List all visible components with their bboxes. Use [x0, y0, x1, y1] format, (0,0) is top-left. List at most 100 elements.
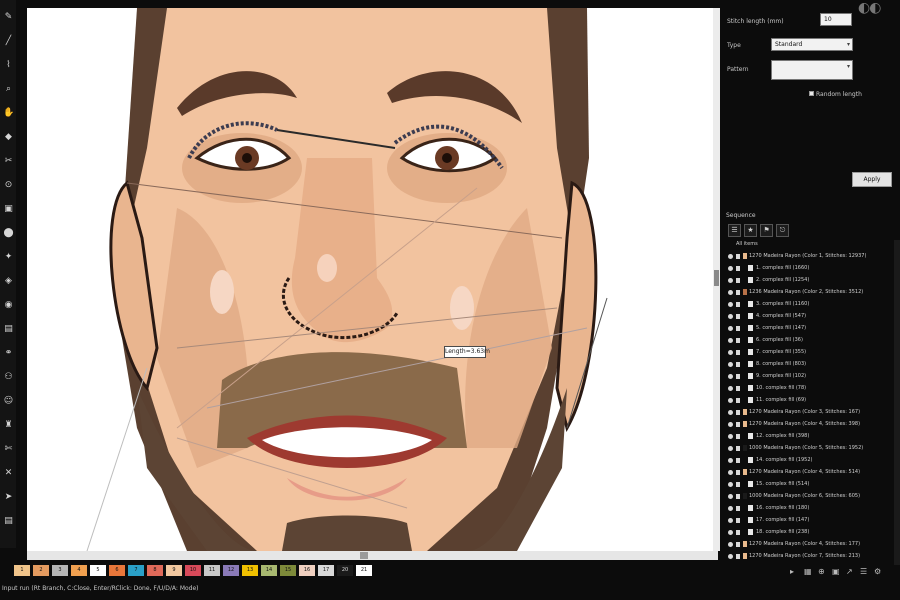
- lock-icon[interactable]: [736, 446, 740, 451]
- sequence-color-row[interactable]: 1000 Madeira Rayon (Color 5, Stitches: 1…: [726, 444, 894, 453]
- sequence-object-row[interactable]: 9. complex fill (102): [726, 372, 894, 381]
- lock-icon[interactable]: [736, 482, 740, 487]
- visibility-eye-icon[interactable]: [728, 266, 733, 271]
- cut-tool-icon[interactable]: ✄: [3, 444, 14, 455]
- lock-icon[interactable]: [736, 470, 740, 475]
- visibility-eye-icon[interactable]: [728, 458, 733, 463]
- sequence-tab-list[interactable]: ☰: [728, 224, 741, 237]
- lock-icon[interactable]: [736, 302, 740, 307]
- palette-color-chip[interactable]: 11: [204, 565, 220, 576]
- random-length-checkbox[interactable]: [809, 91, 814, 96]
- lock-icon[interactable]: [736, 254, 740, 259]
- visibility-eye-icon[interactable]: [728, 398, 733, 403]
- lock-icon[interactable]: [736, 422, 740, 427]
- visibility-eye-icon[interactable]: [728, 338, 733, 343]
- sequence-object-row[interactable]: 10. complex fill (78): [726, 384, 894, 393]
- eye-tool-icon[interactable]: ◉: [3, 300, 14, 311]
- palette-color-chip[interactable]: 15: [280, 565, 296, 576]
- sequence-root-row[interactable]: All items: [726, 240, 894, 249]
- lock-icon[interactable]: [736, 398, 740, 403]
- visibility-eye-icon[interactable]: [728, 482, 733, 487]
- cursor-icon[interactable]: ↗: [846, 567, 853, 576]
- zoom-tool-icon[interactable]: ⌕: [3, 84, 14, 95]
- pattern-dropdown[interactable]: [771, 60, 853, 80]
- lock-icon[interactable]: [736, 530, 740, 535]
- sequence-object-row[interactable]: 3. complex fill (1160): [726, 300, 894, 309]
- sequence-tab-flag[interactable]: ⚑: [760, 224, 773, 237]
- knife-tool-icon[interactable]: ✂: [3, 156, 14, 167]
- vertical-scroll-thumb[interactable]: [714, 270, 719, 286]
- lock-icon[interactable]: [736, 278, 740, 283]
- sequence-object-row[interactable]: 17. complex fill (147): [726, 516, 894, 525]
- visibility-eye-icon[interactable]: [728, 350, 733, 355]
- sequence-color-row[interactable]: 1270 Madeira Rayon (Color 4, Stitches: 1…: [726, 540, 894, 549]
- grid-icon[interactable]: ▦: [804, 567, 812, 576]
- visibility-eye-icon[interactable]: [728, 530, 733, 535]
- sequence-color-row[interactable]: 1270 Madeira Rayon (Color 4, Stitches: 5…: [726, 468, 894, 477]
- palette-color-chip[interactable]: 2: [33, 565, 49, 576]
- design-canvas[interactable]: Length=3.63m: [27, 8, 718, 551]
- visibility-eye-icon[interactable]: [728, 554, 733, 559]
- lock-icon[interactable]: [736, 362, 740, 367]
- horizontal-scroll-thumb[interactable]: [360, 552, 368, 559]
- visibility-eye-icon[interactable]: [728, 278, 733, 283]
- palette-color-chip[interactable]: 17: [318, 565, 334, 576]
- visibility-eye-icon[interactable]: [728, 386, 733, 391]
- visibility-eye-icon[interactable]: [728, 410, 733, 415]
- sequence-object-row[interactable]: 16. complex fill (180): [726, 504, 894, 513]
- apply-button[interactable]: Apply: [852, 172, 892, 187]
- visibility-eye-icon[interactable]: [728, 374, 733, 379]
- visibility-eye-icon[interactable]: [728, 434, 733, 439]
- visibility-eye-icon[interactable]: [728, 494, 733, 499]
- visibility-eye-icon[interactable]: [728, 446, 733, 451]
- menu-icon[interactable]: ☰: [860, 567, 867, 576]
- zigzag-tool-icon[interactable]: ⌇: [3, 60, 14, 71]
- canvas-horizontal-scrollbar[interactable]: [27, 551, 718, 560]
- palette-color-chip[interactable]: 21: [356, 565, 372, 576]
- sequence-object-row[interactable]: 4. complex fill (547): [726, 312, 894, 321]
- sequence-color-row[interactable]: 1270 Madeira Rayon (Color 3, Stitches: 1…: [726, 408, 894, 417]
- visibility-eye-icon[interactable]: [728, 314, 733, 319]
- palette-color-chip[interactable]: 6: [109, 565, 125, 576]
- canvas-vertical-scrollbar[interactable]: [713, 8, 720, 551]
- file-tool-icon[interactable]: ▤: [3, 516, 14, 527]
- lock-icon[interactable]: [736, 338, 740, 343]
- palette-color-chip[interactable]: 12: [223, 565, 239, 576]
- pin-tool-icon[interactable]: ✦: [3, 252, 14, 263]
- sequence-object-row[interactable]: 5. complex fill (147): [726, 324, 894, 333]
- visibility-eye-icon[interactable]: [728, 254, 733, 259]
- lock-icon[interactable]: [736, 494, 740, 499]
- lock-icon[interactable]: [736, 542, 740, 547]
- lock-icon[interactable]: [736, 374, 740, 379]
- sequence-object-row[interactable]: 6. complex fill (36): [726, 336, 894, 345]
- visibility-eye-icon[interactable]: [728, 542, 733, 547]
- sequence-object-row[interactable]: 8. complex fill (803): [726, 360, 894, 369]
- sequence-scrollbar[interactable]: [894, 240, 900, 565]
- visibility-eye-icon[interactable]: [728, 362, 733, 367]
- hand-tool-icon[interactable]: ✋: [3, 108, 14, 119]
- pen-tool-icon[interactable]: ✎: [3, 12, 14, 23]
- sequence-tab-star[interactable]: ★: [744, 224, 757, 237]
- lock-icon[interactable]: [736, 434, 740, 439]
- sequence-object-row[interactable]: 15. complex fill (514): [726, 480, 894, 489]
- visibility-eye-icon[interactable]: [728, 518, 733, 523]
- palette-color-chip[interactable]: 8: [147, 565, 163, 576]
- visibility-eye-icon[interactable]: [728, 422, 733, 427]
- fill-tool-icon[interactable]: ◆: [3, 132, 14, 143]
- lock-icon[interactable]: [736, 350, 740, 355]
- node-tool-icon[interactable]: ⊙: [3, 180, 14, 191]
- palette-color-chip[interactable]: 16: [299, 565, 315, 576]
- sequence-object-row[interactable]: 18. complex fill (238): [726, 528, 894, 537]
- sequence-color-row[interactable]: 1270 Madeira Rayon (Color 1, Stitches: 1…: [726, 252, 894, 261]
- visibility-eye-icon[interactable]: [728, 326, 733, 331]
- visibility-eye-icon[interactable]: [728, 506, 733, 511]
- figure-tool-icon[interactable]: ⚇: [3, 372, 14, 383]
- palette-color-chip[interactable]: 3: [52, 565, 68, 576]
- sequence-tab-export[interactable]: ⎋: [776, 224, 789, 237]
- lock-icon[interactable]: [736, 314, 740, 319]
- sequence-object-row[interactable]: 7. complex fill (355): [726, 348, 894, 357]
- link-tool-icon[interactable]: ⚭: [3, 348, 14, 359]
- gauge-tool-icon[interactable]: ◈: [3, 276, 14, 287]
- person-tool-icon[interactable]: ☺: [3, 396, 14, 407]
- sequence-object-row[interactable]: 11. complex fill (69): [726, 396, 894, 405]
